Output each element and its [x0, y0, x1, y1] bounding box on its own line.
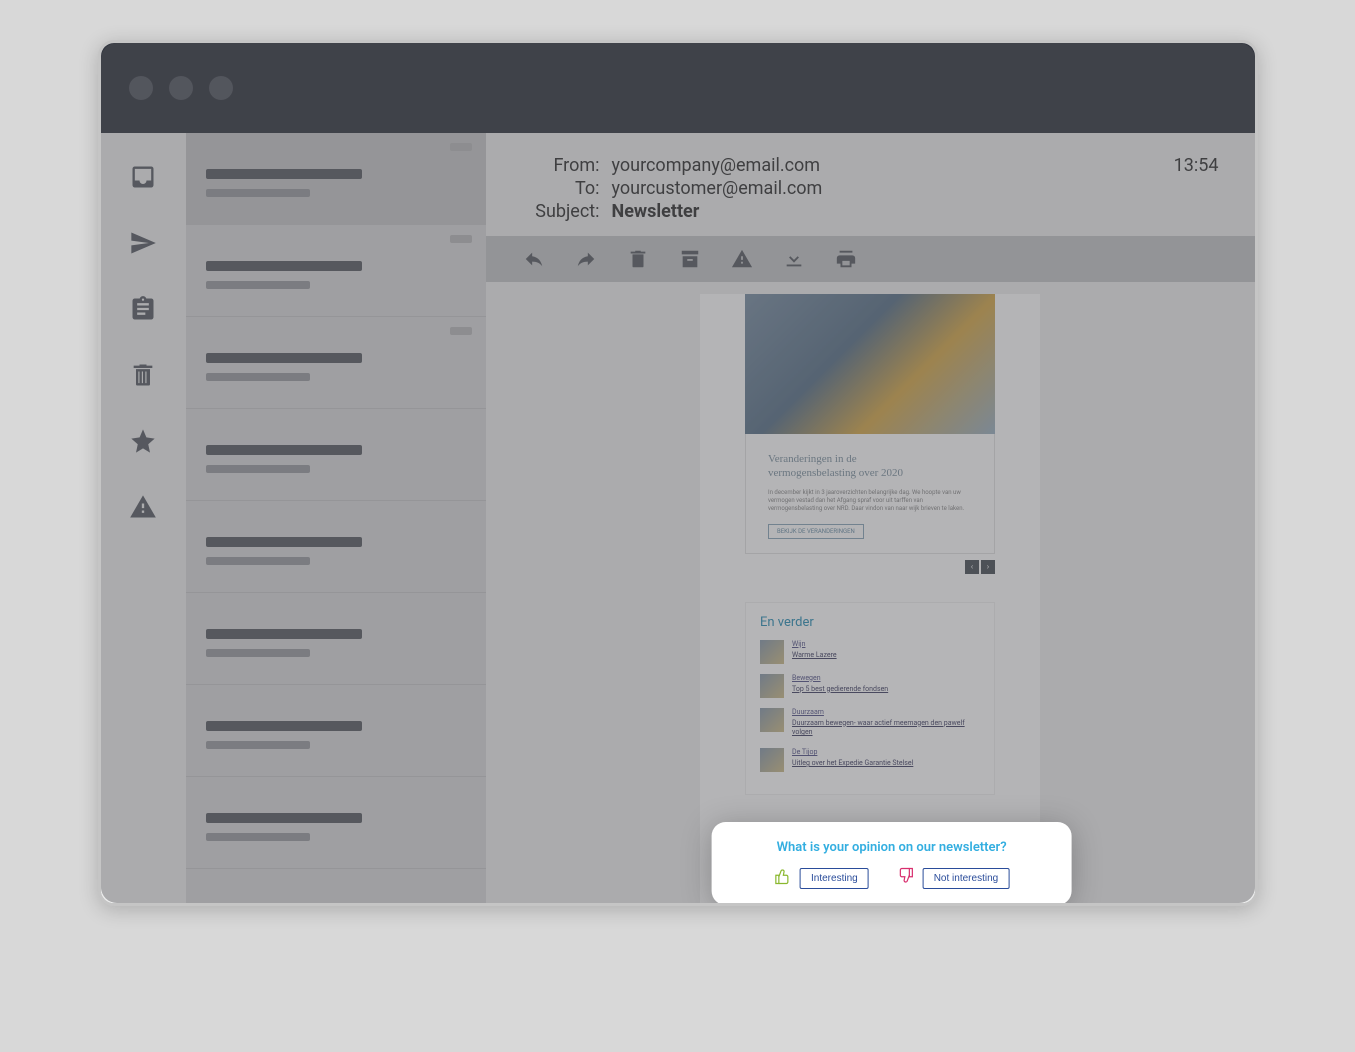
- to-label: To:: [522, 178, 600, 199]
- sidebar-link[interactable]: Uitleg over het Expedie Garantie Stelsel: [792, 759, 913, 769]
- app-body: From: yourcompany@email.com To: yourcust…: [101, 133, 1255, 903]
- app-window: From: yourcompany@email.com To: yourcust…: [98, 40, 1258, 906]
- hero-cta-button[interactable]: BEKIJK DE VERANDERINGEN: [768, 524, 864, 539]
- message-header: From: yourcompany@email.com To: yourcust…: [486, 133, 1255, 236]
- list-item[interactable]: [186, 501, 486, 593]
- archive-icon[interactable]: [678, 247, 702, 271]
- list-item[interactable]: [186, 869, 486, 903]
- thumbs-up-icon: [774, 867, 792, 889]
- hero-carousel-nav: ‹ ›: [745, 560, 995, 574]
- report-spam-icon[interactable]: [730, 247, 754, 271]
- reading-pane: From: yourcompany@email.com To: yourcust…: [486, 133, 1255, 903]
- item-tag: [450, 143, 472, 151]
- sidebar-link[interactable]: Duurzaam bewegen- waar actief meemagen d…: [792, 719, 980, 739]
- newsletter-sidebar: En verder Wijn Warme Lazere Bewegen: [745, 602, 995, 795]
- inbox-icon[interactable]: [127, 161, 159, 193]
- feedback-question: What is your opinion on our newsletter?: [734, 840, 1050, 855]
- drafts-icon[interactable]: [127, 293, 159, 325]
- subject-value: Newsletter: [612, 201, 700, 222]
- carousel-prev-icon[interactable]: ‹: [965, 560, 979, 574]
- feedback-positive-option: Interesting: [774, 867, 869, 889]
- starred-icon[interactable]: [127, 425, 159, 457]
- thumb-image: [760, 674, 784, 698]
- list-item[interactable]: [186, 133, 486, 225]
- thumb-image: [760, 748, 784, 772]
- forward-icon[interactable]: [574, 247, 598, 271]
- from-value: yourcompany@email.com: [612, 155, 821, 176]
- from-label: From:: [522, 155, 600, 176]
- sidebar-title: En verder: [760, 615, 980, 630]
- window-titlebar[interactable]: [101, 43, 1255, 133]
- print-icon[interactable]: [834, 247, 858, 271]
- sidebar-link[interactable]: Top 5 best gedierende fondsen: [792, 685, 888, 695]
- reply-icon[interactable]: [522, 247, 546, 271]
- window-zoom-dot[interactable]: [209, 76, 233, 100]
- hero-paragraph: In december kijkt in 3 jaaroverzichten b…: [768, 489, 972, 514]
- sidebar-category: De Tijop: [792, 748, 913, 758]
- sidebar-item[interactable]: De Tijop Uitleg over het Expedie Garanti…: [760, 748, 980, 772]
- hero-image: [745, 294, 995, 434]
- thumb-image: [760, 640, 784, 664]
- message-toolbar: [486, 236, 1255, 282]
- message-content[interactable]: Veranderingen in de vermogensbelasting o…: [486, 282, 1255, 903]
- feedback-popup: What is your opinion on our newsletter? …: [712, 822, 1072, 903]
- thumbs-down-icon: [897, 867, 915, 889]
- message-list[interactable]: [186, 133, 486, 903]
- interesting-button[interactable]: Interesting: [800, 868, 869, 889]
- to-value: yourcustomer@email.com: [612, 178, 823, 199]
- item-tag: [450, 327, 472, 335]
- window-close-dot[interactable]: [129, 76, 153, 100]
- not-interesting-button[interactable]: Not interesting: [923, 868, 1009, 889]
- sidebar-item[interactable]: Duurzaam Duurzaam bewegen- waar actief m…: [760, 708, 980, 738]
- sent-icon[interactable]: [127, 227, 159, 259]
- sidebar-category: Wijn: [792, 640, 837, 650]
- list-item[interactable]: [186, 225, 486, 317]
- list-item[interactable]: [186, 685, 486, 777]
- trash-icon[interactable]: [127, 359, 159, 391]
- hero-title: Veranderingen in de vermogensbelasting o…: [768, 452, 972, 481]
- sidebar-link[interactable]: Warme Lazere: [792, 651, 837, 661]
- carousel-next-icon[interactable]: ›: [981, 560, 995, 574]
- sidebar-item[interactable]: Wijn Warme Lazere: [760, 640, 980, 664]
- download-icon[interactable]: [782, 247, 806, 271]
- item-tag: [450, 235, 472, 243]
- subject-label: Subject:: [522, 201, 600, 222]
- sidebar-item[interactable]: Bewegen Top 5 best gedierende fondsen: [760, 674, 980, 698]
- list-item[interactable]: [186, 409, 486, 501]
- sidebar-category: Duurzaam: [792, 708, 980, 718]
- list-item[interactable]: [186, 593, 486, 685]
- delete-icon[interactable]: [626, 247, 650, 271]
- window-minimize-dot[interactable]: [169, 76, 193, 100]
- sidebar-category: Bewegen: [792, 674, 888, 684]
- list-item[interactable]: [186, 777, 486, 869]
- newsletter-body: Veranderingen in de vermogensbelasting o…: [700, 294, 1040, 903]
- feedback-negative-option: Not interesting: [897, 867, 1009, 889]
- thumb-image: [760, 708, 784, 732]
- spam-icon[interactable]: [127, 491, 159, 523]
- list-item[interactable]: [186, 317, 486, 409]
- message-time: 13:54: [1174, 155, 1219, 222]
- nav-rail: [101, 133, 186, 903]
- hero-text-block: Veranderingen in de vermogensbelasting o…: [745, 434, 995, 554]
